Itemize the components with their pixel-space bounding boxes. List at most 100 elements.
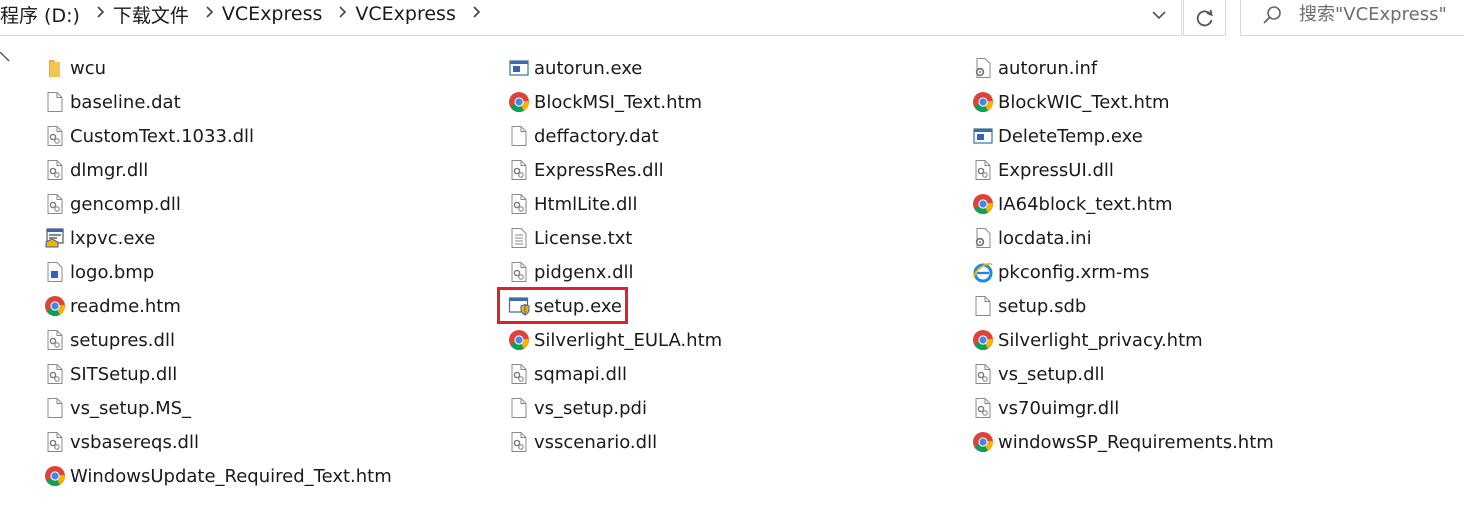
breadcrumb-item-vcexpress[interactable]: VCExpress xyxy=(222,3,329,25)
file-name: setupres.dll xyxy=(70,329,175,351)
file-item[interactable]: vs70uimgr.dll xyxy=(972,394,1119,422)
address-history-dropdown[interactable] xyxy=(1144,2,1174,28)
breadcrumb-item-downloads[interactable]: 下载文件 xyxy=(113,1,196,28)
dll-file-icon xyxy=(44,159,66,181)
file-name: License.txt xyxy=(534,227,633,249)
file-item[interactable]: ExpressUI.dll xyxy=(972,156,1114,184)
address-bar: 程序 (D:) 下载文件 VCExpress VCExpress xyxy=(0,0,1464,36)
chrome-icon xyxy=(972,431,994,453)
file-item[interactable]: IA64block_text.htm xyxy=(972,190,1173,218)
search-box[interactable] xyxy=(1240,0,1464,36)
file-item[interactable]: logo.bmp xyxy=(44,258,154,286)
dll-file-icon xyxy=(508,363,530,385)
blank-file-icon xyxy=(44,397,66,419)
file-item[interactable]: vsbasereqs.dll xyxy=(44,428,199,456)
file-item[interactable]: autorun.inf xyxy=(972,54,1097,82)
file-name: vs_setup.MS_ xyxy=(70,397,192,419)
file-item[interactable]: HtmlLite.dll xyxy=(508,190,637,218)
file-item[interactable]: Silverlight_EULA.htm xyxy=(508,326,722,354)
dll-file-icon xyxy=(508,193,530,215)
ie-icon xyxy=(972,261,994,283)
file-name: CustomText.1033.dll xyxy=(70,125,255,147)
file-name: vsbasereqs.dll xyxy=(70,431,199,453)
file-name: baseline.dat xyxy=(70,91,181,113)
file-name: vs70uimgr.dll xyxy=(998,397,1120,419)
file-item[interactable]: sqmapi.dll xyxy=(508,360,627,388)
file-name: BlockMSI_Text.htm xyxy=(534,91,703,113)
file-name: WindowsUpdate_Required_Text.htm xyxy=(70,465,392,487)
file-item[interactable]: BlockMSI_Text.htm xyxy=(508,88,702,116)
dll-file-icon xyxy=(972,363,994,385)
chevron-right-icon[interactable] xyxy=(87,5,113,23)
file-item[interactable]: pkconfig.xrm-ms xyxy=(972,258,1149,286)
file-name: setup.sdb xyxy=(998,295,1087,317)
dll-file-icon xyxy=(508,261,530,283)
file-item[interactable]: lxpvc.exe xyxy=(44,224,155,252)
file-item[interactable]: vsscenario.dll xyxy=(508,428,657,456)
file-item[interactable]: License.txt xyxy=(508,224,632,252)
file-item[interactable]: windowsSP_Requirements.htm xyxy=(972,428,1274,456)
file-item[interactable]: readme.htm xyxy=(44,292,181,320)
file-name: ExpressUI.dll xyxy=(998,159,1114,181)
file-item[interactable]: BlockWIC_Text.htm xyxy=(972,88,1169,116)
app-exe-icon xyxy=(972,125,994,147)
breadcrumb-item-drive[interactable]: 程序 (D:) xyxy=(0,1,87,28)
search-input[interactable] xyxy=(1299,0,1464,28)
chevron-right-icon[interactable] xyxy=(329,5,355,23)
dll-file-icon xyxy=(44,125,66,147)
file-name: DeleteTemp.exe xyxy=(998,125,1143,147)
chevron-right-icon[interactable] xyxy=(463,5,489,23)
file-name: locdata.ini xyxy=(998,227,1092,249)
refresh-button[interactable] xyxy=(1183,0,1226,36)
file-name: pkconfig.xrm-ms xyxy=(998,261,1150,283)
chrome-icon xyxy=(508,91,530,113)
file-name: Silverlight_privacy.htm xyxy=(998,329,1203,351)
config-file-icon xyxy=(972,57,994,79)
file-item[interactable]: wcu xyxy=(44,54,106,82)
file-item[interactable]: locdata.ini xyxy=(972,224,1092,252)
file-name: Silverlight_EULA.htm xyxy=(534,329,723,351)
file-item[interactable]: CustomText.1033.dll xyxy=(44,122,254,150)
file-name: ExpressRes.dll xyxy=(534,159,664,181)
blank-file-icon xyxy=(44,91,66,113)
dll-file-icon xyxy=(508,159,530,181)
file-item[interactable]: dlmgr.dll xyxy=(44,156,148,184)
file-item[interactable]: SITSetup.dll xyxy=(44,360,177,388)
dll-file-icon xyxy=(44,329,66,351)
dll-file-icon xyxy=(508,431,530,453)
address-box[interactable]: 程序 (D:) 下载文件 VCExpress VCExpress xyxy=(0,0,1182,36)
file-name: vsscenario.dll xyxy=(534,431,658,453)
file-item[interactable]: ExpressRes.dll xyxy=(508,156,664,184)
file-item[interactable]: setup.exe xyxy=(508,292,622,320)
chevron-right-icon[interactable] xyxy=(196,5,222,23)
file-item[interactable]: autorun.exe xyxy=(508,54,642,82)
dll-file-icon xyxy=(972,159,994,181)
file-item[interactable]: vs_setup.dll xyxy=(972,360,1105,388)
file-name: vs_setup.dll xyxy=(998,363,1105,385)
file-name: logo.bmp xyxy=(70,261,155,283)
file-item[interactable]: pidgenx.dll xyxy=(508,258,634,286)
breadcrumb: 程序 (D:) 下载文件 VCExpress VCExpress xyxy=(0,0,489,28)
file-name: gencomp.dll xyxy=(70,193,181,215)
file-name: BlockWIC_Text.htm xyxy=(998,91,1170,113)
file-item[interactable]: Silverlight_privacy.htm xyxy=(972,326,1203,354)
dll-file-icon xyxy=(972,397,994,419)
file-item[interactable]: DeleteTemp.exe xyxy=(972,122,1143,150)
file-item[interactable]: vs_setup.pdi xyxy=(508,394,647,422)
refresh-icon xyxy=(1196,9,1213,26)
file-name: autorun.exe xyxy=(534,57,643,79)
file-item[interactable]: deffactory.dat xyxy=(508,122,659,150)
scroll-up-arrow-icon[interactable] xyxy=(0,52,10,62)
file-item[interactable]: vs_setup.MS_ xyxy=(44,394,191,422)
file-item[interactable]: setup.sdb xyxy=(972,292,1086,320)
file-item[interactable]: WindowsUpdate_Required_Text.htm xyxy=(44,462,392,490)
file-item[interactable]: gencomp.dll xyxy=(44,190,181,218)
file-item[interactable]: baseline.dat xyxy=(44,88,181,116)
chrome-icon xyxy=(972,329,994,351)
breadcrumb-item-vcexpress-current[interactable]: VCExpress xyxy=(355,3,462,25)
dll-file-icon xyxy=(44,431,66,453)
file-name: SITSetup.dll xyxy=(70,363,178,385)
file-name: autorun.inf xyxy=(998,57,1098,79)
file-name: deffactory.dat xyxy=(534,125,659,147)
file-item[interactable]: setupres.dll xyxy=(44,326,175,354)
